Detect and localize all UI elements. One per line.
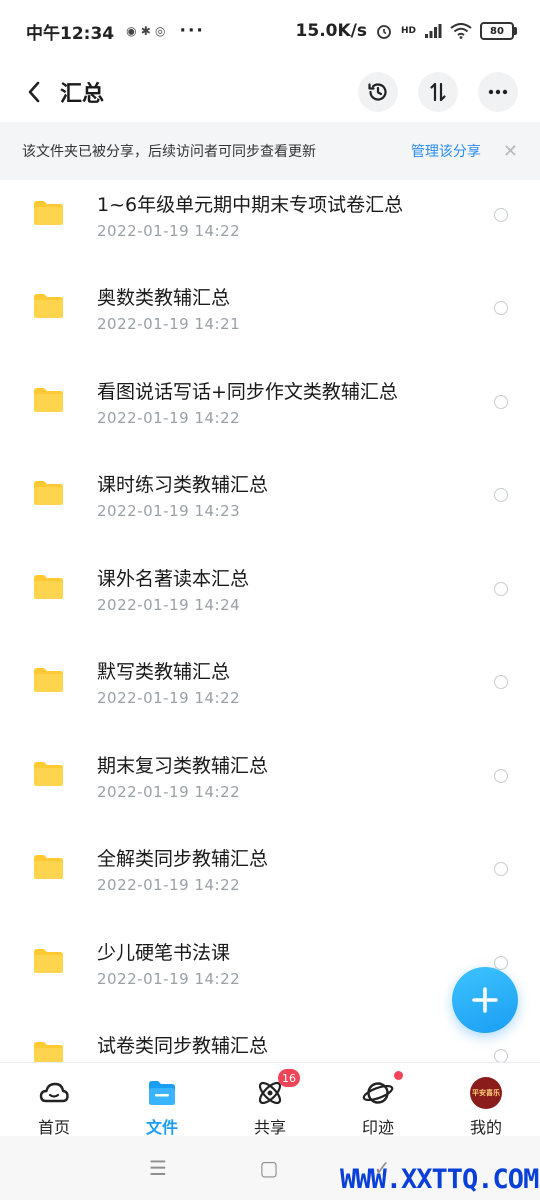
- folder-icon: [34, 481, 63, 505]
- file-name: 课外名著读本汇总: [97, 568, 250, 590]
- folder-icon: [34, 668, 63, 692]
- notification-dot: [394, 1071, 403, 1080]
- list-item[interactable]: 奥数类教辅汇总 2022-01-19 14:21: [0, 273, 540, 366]
- chevron-left-icon: [28, 81, 40, 103]
- hd-label: HD: [400, 26, 416, 36]
- app-header: 汇总: [0, 62, 540, 122]
- list-item[interactable]: 课时练习类教辅汇总 2022-01-19 14:23: [0, 460, 540, 553]
- select-checkbox[interactable]: [494, 395, 508, 409]
- select-checkbox[interactable]: [494, 862, 508, 876]
- nav-label: 首页: [37, 1118, 70, 1137]
- status-more-dots: ···: [179, 21, 205, 41]
- folder-icon: [34, 1042, 63, 1062]
- cloud-home-icon: [39, 1082, 69, 1103]
- folder-icon: [34, 388, 63, 412]
- folder-icon: [34, 294, 63, 318]
- file-date: 2022-01-19 14:22: [97, 970, 241, 988]
- nav-item-share[interactable]: 16 共享: [216, 1063, 324, 1137]
- status-bar: 中午12:34 ◉ ✱ ◎ ··· 15.0K/s HD 80: [0, 0, 540, 62]
- status-right: 15.0K/s HD 80: [295, 21, 517, 41]
- avatar: 平安喜乐: [470, 1077, 502, 1109]
- nav-item-files[interactable]: 文件: [108, 1063, 216, 1137]
- select-checkbox[interactable]: [494, 1049, 508, 1062]
- more-button[interactable]: [478, 72, 518, 112]
- file-date: 2022-01-19 14:22: [97, 689, 241, 707]
- select-checkbox[interactable]: [494, 301, 508, 315]
- file-name: 全解类同步教辅汇总: [97, 848, 269, 870]
- nav-label: 我的: [469, 1118, 502, 1137]
- nav-label: 文件: [145, 1118, 178, 1137]
- folder-icon: [34, 201, 63, 225]
- folder-icon: [34, 575, 63, 599]
- header-actions: [358, 72, 518, 112]
- file-name: 期末复习类教辅汇总: [97, 755, 269, 777]
- file-name: 少儿硬笔书法课: [97, 942, 231, 964]
- file-date: 2022-01-19 14:23: [97, 502, 241, 520]
- list-item[interactable]: 默写类教辅汇总 2022-01-19 14:22: [0, 647, 540, 740]
- wifi-icon: [450, 23, 472, 39]
- back-button[interactable]: [22, 72, 46, 112]
- plus-icon: [472, 987, 498, 1013]
- nav-item-traces[interactable]: 印迹: [324, 1063, 432, 1137]
- battery-icon: 80: [480, 22, 517, 40]
- select-checkbox[interactable]: [494, 582, 508, 596]
- file-date: 2022-01-19 14:22: [97, 876, 241, 894]
- share-message: 该文件夹已被分享，后续访问者可同步查看更新: [22, 144, 316, 160]
- list-item[interactable]: 试卷类同步教辅汇总: [0, 1021, 540, 1062]
- file-name: 课时练习类教辅汇总: [97, 474, 269, 496]
- net-speed: 15.0K/s: [295, 21, 367, 41]
- home-button[interactable]: ▢: [257, 1156, 281, 1180]
- file-name: 奥数类教辅汇总: [97, 287, 231, 309]
- recent-apps-button[interactable]: ☰: [146, 1156, 170, 1180]
- select-checkbox[interactable]: [494, 488, 508, 502]
- share-count-badge: 16: [278, 1069, 300, 1087]
- signal-icon: [425, 24, 442, 38]
- sort-button[interactable]: [418, 72, 458, 112]
- file-date: 2022-01-19 14:22: [97, 409, 241, 427]
- select-checkbox[interactable]: [494, 769, 508, 783]
- folder-icon: [34, 762, 63, 786]
- status-time: 中午12:34: [26, 23, 115, 44]
- select-checkbox[interactable]: [494, 675, 508, 689]
- battery-level: 80: [490, 25, 504, 37]
- watermark: WWW.XXTTQ.COM: [340, 1164, 539, 1195]
- bottom-nav: 首页 文件 16 共享 印迹 平安喜乐 我的: [0, 1062, 540, 1137]
- nav-label: 印迹: [361, 1118, 394, 1137]
- sort-icon: [430, 82, 446, 102]
- list-item[interactable]: 全解类同步教辅汇总 2022-01-19 14:22: [0, 834, 540, 927]
- nav-item-me[interactable]: 平安喜乐 我的: [432, 1063, 540, 1137]
- file-date: 2022-01-19 14:22: [97, 222, 241, 240]
- list-item[interactable]: 看图说话写话+同步作文类教辅汇总 2022-01-19 14:22: [0, 367, 540, 460]
- planet-icon: [362, 1082, 394, 1104]
- folder-icon: [34, 855, 63, 879]
- alarm-icon: [377, 25, 391, 39]
- page-title: 汇总: [60, 82, 105, 107]
- manage-share-link[interactable]: 管理该分享: [411, 141, 481, 161]
- status-notification-icons: ◉ ✱ ◎: [126, 24, 166, 38]
- file-date: 2022-01-19 14:21: [97, 315, 241, 333]
- history-icon: [368, 83, 387, 101]
- list-item[interactable]: 课外名著读本汇总 2022-01-19 14:24: [0, 554, 540, 647]
- file-list[interactable]: 1~6年级单元期中期末专项试卷汇总 2022-01-19 14:22 奥数类教辅…: [0, 180, 540, 1062]
- list-item[interactable]: 期末复习类教辅汇总 2022-01-19 14:22: [0, 741, 540, 834]
- close-banner-button[interactable]: ✕: [503, 141, 518, 162]
- file-name: 试卷类同步教辅汇总: [97, 1035, 269, 1057]
- list-item[interactable]: 1~6年级单元期中期末专项试卷汇总 2022-01-19 14:22: [0, 180, 540, 273]
- more-icon: [488, 89, 508, 95]
- history-button[interactable]: [358, 72, 398, 112]
- file-name: 1~6年级单元期中期末专项试卷汇总: [97, 194, 404, 216]
- share-banner: 该文件夹已被分享，后续访问者可同步查看更新 管理该分享 ✕: [0, 122, 540, 180]
- file-name: 默写类教辅汇总: [97, 661, 231, 683]
- select-checkbox[interactable]: [494, 208, 508, 222]
- add-button[interactable]: [452, 967, 518, 1033]
- file-date: 2022-01-19 14:24: [97, 596, 241, 614]
- file-name: 看图说话写话+同步作文类教辅汇总: [97, 381, 398, 403]
- folder-icon: [34, 949, 63, 973]
- folder-icon: [149, 1081, 175, 1105]
- select-checkbox[interactable]: [494, 956, 508, 970]
- nav-label: 共享: [253, 1118, 286, 1137]
- file-date: 2022-01-19 14:22: [97, 783, 241, 801]
- nav-item-home[interactable]: 首页: [0, 1063, 108, 1137]
